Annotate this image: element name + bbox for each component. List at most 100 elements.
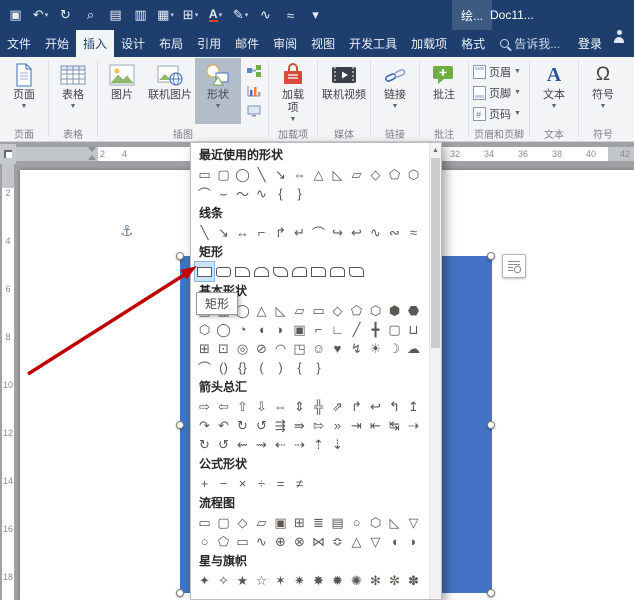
tab-邮件[interactable]: 邮件 <box>228 30 266 57</box>
shape-icon[interactable]: ⇰ <box>309 416 328 435</box>
shape-icon[interactable]: ⇝ <box>252 435 271 454</box>
tab-file[interactable]: 文件 <box>0 30 38 57</box>
shape-icon[interactable] <box>271 262 290 281</box>
shape-icon[interactable]: − <box>214 474 233 493</box>
shape-icon[interactable]: ◇ <box>233 513 252 532</box>
shape-icon[interactable]: » <box>328 416 347 435</box>
shape-icon[interactable]: ⬠ <box>214 532 233 551</box>
shape-icon[interactable]: ★ <box>233 571 252 590</box>
hanging-indent-marker[interactable] <box>88 155 96 160</box>
shape-icon[interactable]: ▭ <box>233 532 252 551</box>
shape-icon[interactable]: ↻ <box>233 416 252 435</box>
shape-icon[interactable]: ☁ <box>404 339 423 358</box>
undo-icon[interactable]: ↶▾ <box>28 3 53 27</box>
shape-icon[interactable]: ▢ <box>214 513 233 532</box>
online-picture-button[interactable]: 联机图片 <box>145 58 195 124</box>
pages-button[interactable]: 页面 ▼ <box>1 58 47 124</box>
tab-selector[interactable] <box>0 144 16 164</box>
shape-icon[interactable]: ▭ <box>195 513 214 532</box>
shape-icon[interactable]: } <box>309 358 328 377</box>
shape-icon[interactable]: ↪ <box>328 223 347 242</box>
shape-icon[interactable]: ▱ <box>290 301 309 320</box>
new-document-icon[interactable]: ▤ <box>103 3 128 27</box>
shape-icon[interactable]: × <box>233 474 252 493</box>
shape-icon[interactable]: ⇜ <box>233 435 252 454</box>
menu-scrollbar[interactable]: ▲ <box>429 143 441 599</box>
shape-icon[interactable]: ↷ <box>195 416 214 435</box>
tab-布局[interactable]: 布局 <box>152 30 190 57</box>
shape-icon[interactable]: ↯ <box>347 339 366 358</box>
shape-icon[interactable]: ⇧ <box>233 397 252 416</box>
shape-icon[interactable]: ⊔ <box>404 320 423 339</box>
shape-icon[interactable]: ▭ <box>309 301 328 320</box>
shape-icon[interactable]: ◗ <box>271 320 290 339</box>
shape-icon[interactable]: ▢ <box>385 320 404 339</box>
open-icon[interactable]: ▥ <box>128 3 153 27</box>
shape-icon[interactable]: ( <box>252 358 271 377</box>
shape-icon[interactable] <box>290 262 309 281</box>
font-color-icon[interactable]: A▾ <box>203 3 228 27</box>
shape-icon[interactable]: ⊞ <box>290 513 309 532</box>
shape-icon[interactable]: ⇤ <box>366 416 385 435</box>
shape-icon[interactable]: ↔ <box>233 223 252 242</box>
shape-icon[interactable]: ↺ <box>252 416 271 435</box>
shape-icon[interactable]: ≣ <box>309 513 328 532</box>
shape-icon[interactable]: ✽ <box>404 571 423 590</box>
shape-icon[interactable]: ⊞ <box>195 339 214 358</box>
shape-icon[interactable]: ◖ <box>252 320 271 339</box>
chart-button[interactable] <box>247 83 261 98</box>
shape-icon[interactable]: ╋ <box>366 320 385 339</box>
shape-icon[interactable]: + <box>195 474 214 493</box>
shape-icon[interactable]: ⇛ <box>290 416 309 435</box>
scrollbar-thumb[interactable] <box>431 158 440 348</box>
shape-icon-rectangle-hovered[interactable] <box>195 262 214 281</box>
shape-icon[interactable]: ↵ <box>290 223 309 242</box>
shape-icon[interactable]: ╬ <box>309 397 328 416</box>
shape-icon[interactable]: ⬡ <box>404 165 423 184</box>
anchor-icon[interactable]: ⚓ <box>120 222 133 240</box>
screenshot-button[interactable] <box>247 103 261 118</box>
shape-icon[interactable]: ⇢ <box>290 435 309 454</box>
shape-icon[interactable]: ▣ <box>271 513 290 532</box>
tab-视图[interactable]: 视图 <box>304 30 342 57</box>
shape-icon[interactable]: ✧ <box>214 571 233 590</box>
shape-icon[interactable] <box>233 262 252 281</box>
shape-icon[interactable]: ○ <box>347 513 366 532</box>
shape-icon[interactable]: ✼ <box>385 571 404 590</box>
shape-icon[interactable]: ↶ <box>214 416 233 435</box>
header-button[interactable]: 页眉 ▼ <box>470 61 528 82</box>
shape-icon[interactable]: ) <box>271 358 290 377</box>
shape-icon[interactable]: ◠ <box>271 339 290 358</box>
shape-icon[interactable]: ⇥ <box>347 416 366 435</box>
addins-button[interactable]: 加载 项 ▼ <box>270 58 316 124</box>
table-button[interactable]: 表格 ▼ <box>50 58 96 124</box>
shape-icon[interactable]: ⊕ <box>271 532 290 551</box>
resize-handle-middle-right[interactable] <box>487 421 495 429</box>
shape-icon[interactable]: ▣ <box>290 320 309 339</box>
shape-icon[interactable]: ◇ <box>366 165 385 184</box>
equation-icon[interactable]: ≈ <box>278 3 303 27</box>
shape-icon[interactable]: ◗ <box>404 532 423 551</box>
shape-icon[interactable]: ⊘ <box>252 339 271 358</box>
shape-icon[interactable]: ✺ <box>347 571 366 590</box>
shape-icon[interactable]: ↩ <box>347 223 366 242</box>
shape-icon[interactable]: ◺ <box>271 301 290 320</box>
shape-icon[interactable]: ☺ <box>309 339 328 358</box>
shape-icon[interactable]: ⊡ <box>214 339 233 358</box>
shape-icon[interactable]: ⇔ <box>290 165 309 184</box>
shape-icon[interactable]: {} <box>233 358 252 377</box>
shapes-button[interactable]: 形状 ▼ <box>195 58 241 124</box>
tab-加载项[interactable]: 加载项 <box>404 30 454 57</box>
shape-icon[interactable]: ↥ <box>404 397 423 416</box>
shape-icon[interactable]: { <box>271 184 290 203</box>
text-button[interactable]: A 文本 ▼ <box>531 58 577 124</box>
shape-icon[interactable]: ▢ <box>214 165 233 184</box>
tab-设计[interactable]: 设计 <box>114 30 152 57</box>
shape-icon[interactable]: ◖ <box>385 532 404 551</box>
comment-button[interactable]: 批注 <box>421 58 467 124</box>
shape-icon[interactable]: ◺ <box>385 513 404 532</box>
resize-handle-top-left[interactable] <box>176 252 184 260</box>
sign-in-button[interactable]: 登录 <box>572 30 608 57</box>
share-person-icon[interactable] <box>612 30 626 43</box>
shape-icon[interactable]: 〜 <box>233 184 252 203</box>
